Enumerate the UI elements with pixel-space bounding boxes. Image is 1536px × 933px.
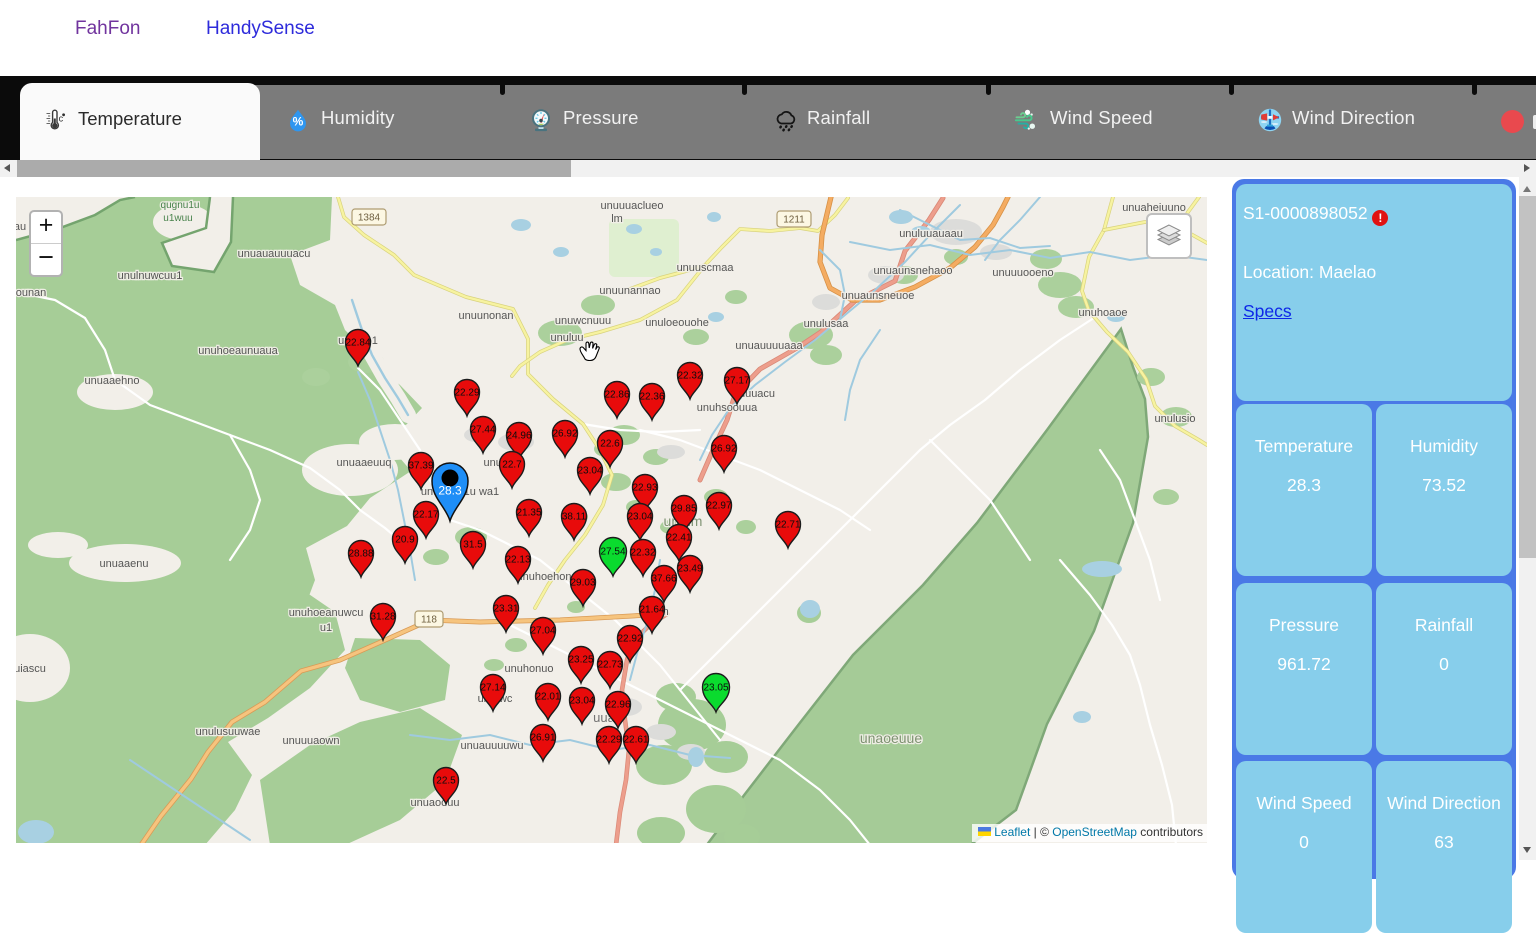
svg-text:unuluu: unuluu: [550, 332, 583, 344]
svg-text:unuhoaoe: unuhoaoe: [1079, 307, 1128, 319]
svg-text:u1: u1: [320, 622, 332, 634]
svg-text:31.28: 31.28: [370, 612, 395, 623]
svg-text:unulnuwcuu1: unulnuwcuu1: [118, 270, 183, 282]
svg-text:22.5: 22.5: [436, 776, 456, 787]
svg-text:27.14: 27.14: [480, 683, 505, 694]
svg-text:22.73: 22.73: [597, 660, 622, 671]
svg-text:unuuuaown: unuuuaown: [283, 735, 340, 747]
svg-text:unuauuuuaaa: unuauuuuaaa: [735, 340, 803, 352]
svg-text:lm: lm: [611, 213, 623, 225]
svg-text:22.13: 22.13: [505, 555, 530, 566]
svg-text:qugnu1u: qugnu1u: [161, 200, 200, 211]
svg-text:unuunannao: unuunannao: [599, 285, 660, 297]
svg-text:22.29: 22.29: [454, 388, 479, 399]
svg-text:unuluuauaau: unuluuauaau: [899, 228, 963, 240]
svg-text:21.64: 21.64: [639, 605, 664, 616]
svg-text:unuauauuuacu: unuauauuuacu: [238, 248, 311, 260]
svg-text:23.31: 23.31: [493, 604, 518, 615]
svg-text:37.39: 37.39: [408, 461, 433, 472]
svg-text:22.41: 22.41: [666, 533, 691, 544]
svg-text:26.92: 26.92: [711, 444, 736, 455]
svg-text:22.01: 22.01: [535, 692, 560, 703]
svg-text:24.96: 24.96: [506, 431, 531, 442]
svg-text:unuaunsneuoe: unuaunsneuoe: [842, 290, 915, 302]
svg-text:23.04: 23.04: [569, 696, 594, 707]
svg-text:unuhoeaunuaua: unuhoeaunuaua: [198, 345, 278, 357]
svg-text:uiascu: uiascu: [16, 663, 46, 675]
svg-text:20.9: 20.9: [395, 535, 415, 546]
svg-text:38.11: 38.11: [562, 512, 587, 523]
svg-text:%: %: [293, 114, 304, 128]
svg-text:unuloeouohe: unuloeouohe: [645, 317, 709, 329]
svg-text:u1wuu: u1wuu: [163, 213, 192, 224]
svg-text:22.86: 22.86: [604, 390, 629, 401]
svg-text:22.29: 22.29: [596, 735, 621, 746]
svg-text:unuwcnuuu: unuwcnuuu: [555, 315, 611, 327]
svg-text:26.92: 26.92: [552, 429, 577, 440]
svg-text:22.36: 22.36: [639, 392, 664, 403]
svg-text:29.03: 29.03: [570, 578, 595, 589]
svg-text:unuuuaclueo: unuuuaclueo: [600, 200, 663, 212]
svg-text:27.17: 27.17: [724, 376, 749, 387]
svg-text:unuaoouu: unuaoouu: [411, 797, 460, 809]
svg-text:unuaaeuuq: unuaaeuuq: [336, 457, 391, 469]
svg-text:22.97: 22.97: [706, 501, 731, 512]
svg-text:27.44: 27.44: [470, 425, 495, 436]
svg-text:27.04: 27.04: [530, 626, 555, 637]
svg-text:22.32: 22.32: [677, 371, 702, 382]
svg-text:28.3: 28.3: [438, 484, 462, 498]
svg-text:37.66: 37.66: [651, 574, 676, 585]
svg-text:au: au: [16, 221, 26, 233]
svg-text:unuhoeanuwcu: unuhoeanuwcu: [289, 607, 364, 619]
svg-text:21.35: 21.35: [516, 508, 541, 519]
svg-text:29.85: 29.85: [671, 504, 696, 515]
svg-text:unuuscmaa: unuuscmaa: [677, 262, 735, 274]
svg-text:22.92: 22.92: [617, 634, 642, 645]
svg-text:22.17: 22.17: [413, 510, 438, 521]
svg-text:23.49: 23.49: [677, 564, 702, 575]
svg-text:unuauuuuwu: unuauuuuwu: [460, 740, 523, 752]
svg-text:22.93: 22.93: [632, 483, 657, 494]
svg-text:27.54: 27.54: [600, 547, 625, 558]
svg-text:22.84: 22.84: [345, 338, 370, 349]
svg-text:23.05: 23.05: [703, 683, 728, 694]
svg-text:118: 118: [421, 615, 437, 626]
svg-text:22.32: 22.32: [630, 548, 655, 559]
svg-text:unuaaenu: unuaaenu: [100, 558, 149, 570]
svg-text:unaoeuue: unaoeuue: [860, 730, 923, 746]
svg-text:23.04: 23.04: [627, 512, 652, 523]
svg-text:22.6: 22.6: [600, 439, 620, 450]
svg-text:22.96: 22.96: [605, 700, 630, 711]
svg-text:unuaunsnehaoo: unuaunsnehaoo: [874, 265, 953, 277]
svg-text:22.7: 22.7: [502, 460, 522, 471]
svg-text:unuaaehno: unuaaehno: [84, 375, 139, 387]
svg-text:22.71: 22.71: [775, 520, 800, 531]
svg-text:unuhonuo: unuhonuo: [505, 663, 554, 675]
svg-text:23.25: 23.25: [568, 655, 593, 666]
svg-text:31.5: 31.5: [463, 540, 483, 551]
svg-text:ounan: ounan: [16, 287, 46, 299]
svg-text:26.91: 26.91: [530, 733, 555, 744]
svg-text:unulusio: unulusio: [1155, 413, 1196, 425]
svg-text:28.88: 28.88: [348, 549, 373, 560]
svg-text:unuhsoouua: unuhsoouua: [697, 402, 758, 414]
svg-text:unulusaa: unulusaa: [804, 318, 850, 330]
svg-text:unuunonan: unuunonan: [458, 310, 513, 322]
svg-text:1211: 1211: [783, 215, 805, 226]
svg-text:22.61: 22.61: [623, 735, 648, 746]
svg-text:23.04: 23.04: [577, 466, 602, 477]
svg-text:unulusuuwae: unulusuuwae: [196, 726, 261, 738]
svg-text:1384: 1384: [358, 213, 381, 224]
svg-text:unuuuooeno: unuuuooeno: [992, 267, 1053, 279]
